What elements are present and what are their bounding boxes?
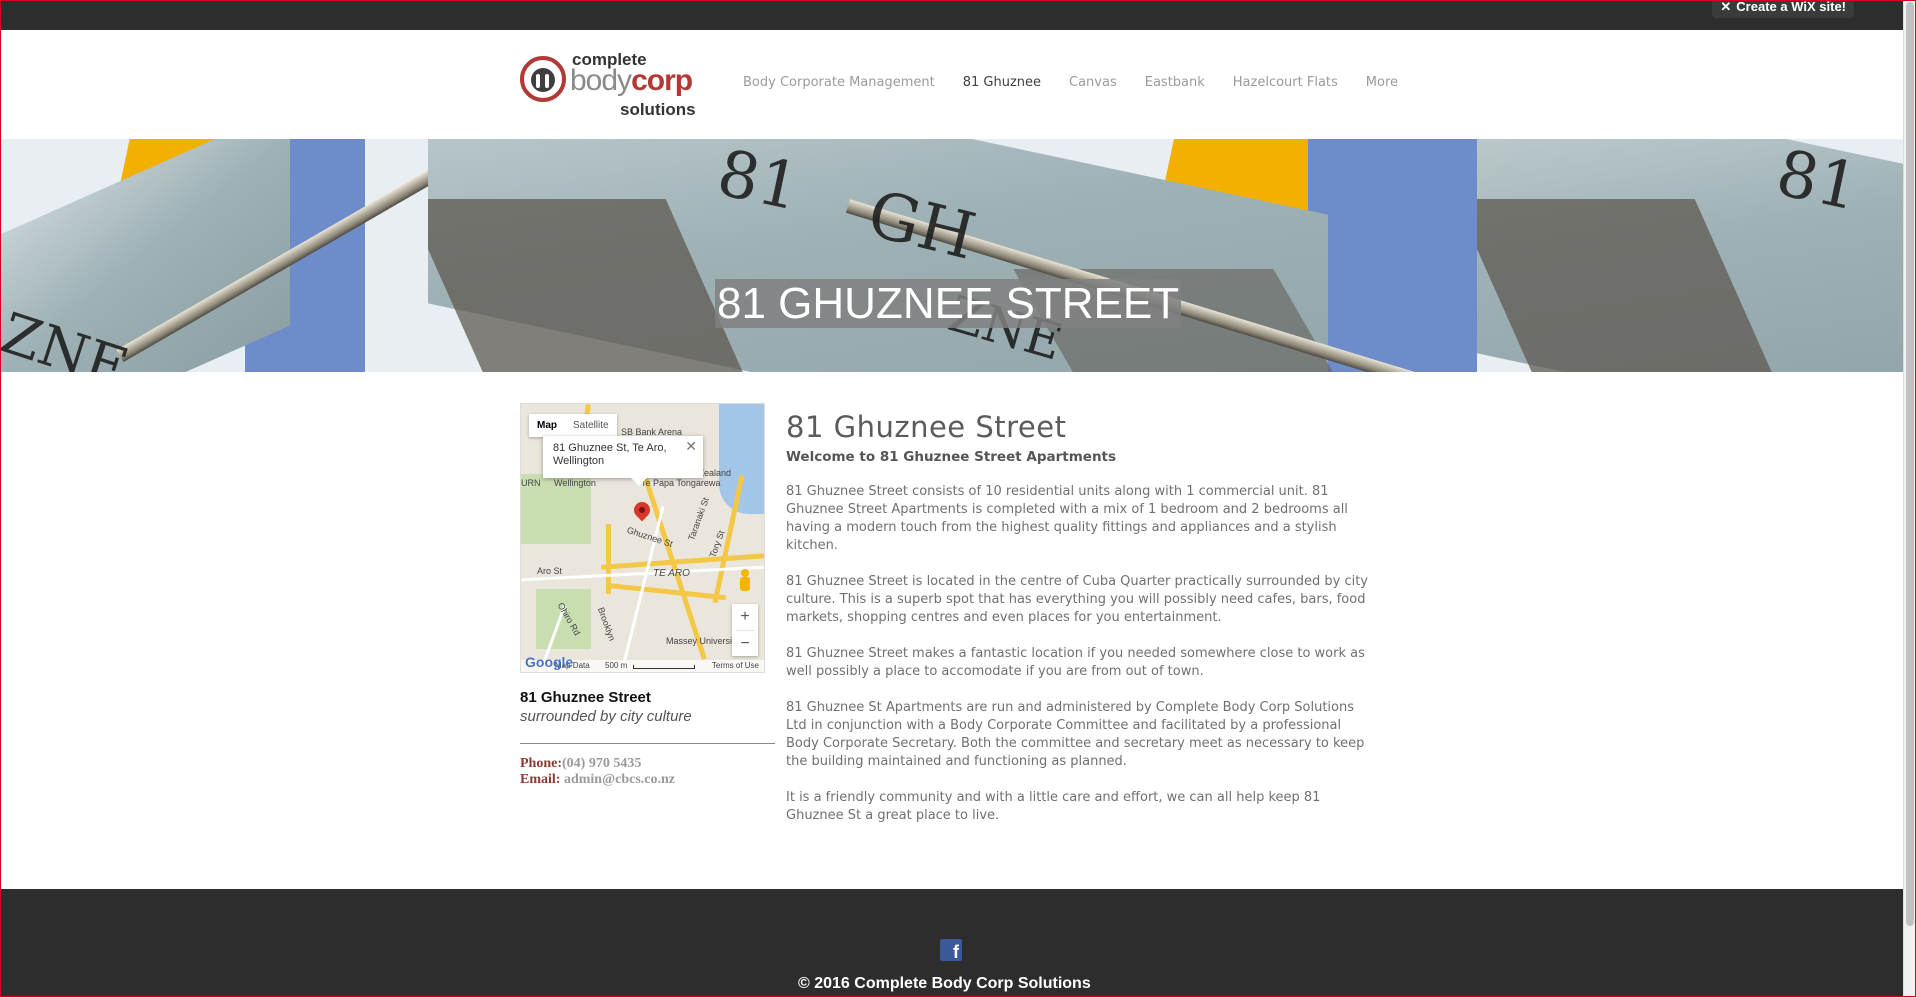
email-line: Email: admin@cbcs.co.nz [520, 772, 675, 788]
map-label: Taranaki St [686, 496, 711, 542]
banner-photo: ZNE [0, 139, 428, 372]
email-link[interactable]: admin@cbcs.co.nz [564, 772, 675, 787]
hero-banner: ZNE 81 GH ZNE 81 81 GHUZNEE STREET [0, 139, 1904, 372]
map-label: Brooklyn [595, 605, 618, 643]
nav-item-hazelcourt-flats[interactable]: Hazelcourt Flats [1233, 75, 1338, 90]
nav-item-body-corporate-management[interactable]: Body Corporate Management [743, 75, 935, 90]
sidebar-title: 81 Ghuznee Street [520, 689, 651, 706]
map-label: TE ARO [653, 568, 690, 579]
site-logo[interactable]: complete bodycorp solutions [520, 50, 700, 120]
site-header: complete bodycorp solutions Body Corpora… [0, 30, 1904, 139]
map-info-address-line1: 81 Ghuznee St, Te Aro, [553, 442, 667, 454]
nav-item-canvas[interactable]: Canvas [1069, 75, 1117, 90]
street-view-pegman-icon[interactable] [736, 569, 754, 597]
map-type-control: Map Satellite [529, 414, 617, 437]
map-water [719, 404, 764, 514]
map-road [606, 582, 726, 601]
article-paragraph: 81 Ghuznee Street is located in the cent… [786, 574, 1368, 625]
map-tab-satellite[interactable]: Satellite [565, 414, 617, 437]
article-subheading: Welcome to 81 Ghuznee Street Apartments [786, 449, 1117, 465]
phone-line: Phone:(04) 970 5435 [520, 756, 641, 772]
article-paragraph: 81 Ghuznee Street consists of 10 residen… [786, 484, 1348, 553]
phone-value[interactable]: (04) 970 5435 [562, 756, 641, 771]
article-heading: 81 Ghuznee Street [786, 410, 1067, 444]
article-paragraph: 81 Ghuznee St Apartments are run and adm… [786, 700, 1365, 769]
map-label: Aro St [537, 566, 563, 576]
zoom-in-button[interactable]: + [732, 604, 758, 630]
vertical-scrollbar[interactable] [1903, 0, 1916, 997]
map-label: URN [521, 478, 541, 488]
map-scale-bar [633, 665, 695, 669]
page-title: 81 GHUZNEE STREET [715, 279, 1182, 328]
map-label: Wellington [554, 478, 596, 488]
close-icon[interactable]: ✕ [1720, 0, 1731, 14]
logo-text-solutions: solutions [620, 100, 696, 119]
map-label: Te Papa Tongarewa [641, 478, 721, 488]
zoom-out-button[interactable]: − [732, 631, 758, 657]
create-wix-site-link[interactable]: ✕ Create a WiX site! [1712, 0, 1854, 18]
site-footer: f © 2016 Complete Body Corp Solutions [0, 889, 1904, 997]
article-paragraph: 81 Ghuznee Street makes a fantastic loca… [786, 646, 1365, 679]
sidebar-subtitle: surrounded by city culture [520, 708, 692, 725]
google-map[interactable]: Map Satellite 81 Ghuznee St, Te Aro, Wel… [520, 403, 765, 673]
nav-item-more[interactable]: More [1366, 75, 1398, 90]
article-body: 81 Ghuznee Street consists of 10 residen… [786, 483, 1376, 843]
nav-item-eastbank[interactable]: Eastbank [1145, 75, 1205, 90]
map-info-address-line2: Wellington [553, 455, 605, 467]
logo-people-icon [520, 56, 566, 102]
phone-label: Phone: [520, 756, 562, 771]
map-label: Massey University [666, 636, 740, 646]
logo-text-corp: corp [631, 64, 693, 97]
map-scale-label[interactable]: 500 m [605, 660, 627, 672]
main-nav: Body Corporate Management 81 Ghuznee Can… [743, 75, 1426, 90]
copyright-text: © 2016 Complete Body Corp Solutions [798, 975, 1091, 992]
logo-text-body: body [570, 64, 632, 97]
article-paragraph: It is a friendly community and with a li… [786, 790, 1321, 823]
email-label: Email: [520, 772, 561, 787]
map-zoom-control: + − [732, 604, 758, 656]
facebook-icon[interactable]: f [940, 939, 962, 961]
create-wix-site-label: Create a WiX site! [1736, 0, 1846, 14]
google-logo[interactable]: Google [525, 654, 573, 670]
map-label: Ghuznee St [625, 524, 674, 550]
scrollbar-thumb[interactable] [1906, 2, 1914, 926]
close-icon[interactable]: ✕ [685, 439, 697, 453]
logo-text-bodycorp: bodycorp [570, 64, 693, 98]
map-tab-map[interactable]: Map [529, 414, 565, 437]
map-terms-link[interactable]: Terms of Use [712, 660, 759, 672]
banner-photo: 81 [1477, 139, 1904, 372]
map-info-window: 81 Ghuznee St, Te Aro, Wellington ✕ [543, 436, 703, 486]
nav-item-81-ghuznee[interactable]: 81 Ghuznee [963, 75, 1041, 90]
wix-ad-bar: ✕ Create a WiX site! [0, 0, 1904, 30]
banner-photo: 81 GH ZNE [428, 139, 1477, 372]
divider [520, 743, 775, 744]
